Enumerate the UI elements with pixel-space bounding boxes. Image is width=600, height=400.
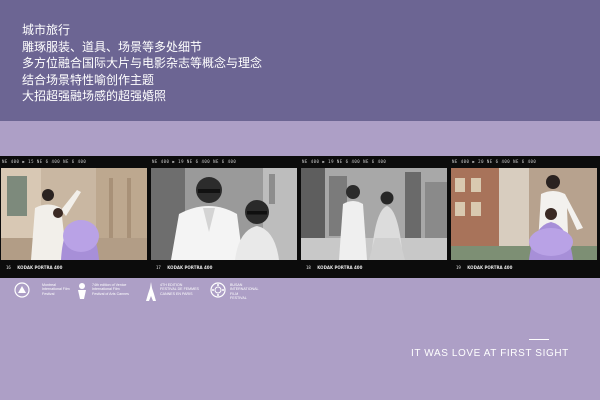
tagline: IT WAS LOVE AT FIRST SIGHT bbox=[411, 348, 569, 359]
wedding-photo[interactable] bbox=[301, 168, 447, 260]
tagline-rule bbox=[529, 339, 549, 340]
wedding-photo[interactable] bbox=[451, 168, 597, 260]
film-caption: 19 KODAK PORTRA 400 bbox=[456, 265, 596, 273]
festival-logo: 74th edition of Venice International Fil… bbox=[76, 281, 142, 301]
intro-line: 多方位融合国际大片与电影杂志等概念与理念 bbox=[22, 56, 263, 70]
festival-logo: Montreal International Film Festival bbox=[14, 281, 74, 301]
intro-line: 城市旅行 bbox=[22, 23, 71, 37]
intro-text-block: 城市旅行 雕琢服装、道具、场景等多处细节 多方位融合国际大片与电影杂志等概念与理… bbox=[22, 22, 262, 105]
film-edge-code: NE 400 ▶ 20 NE 6 400 NE 6 400 bbox=[452, 159, 537, 164]
festival-logo: 4TH EDITION FESTIVAL DE FEMMES CANNES EN… bbox=[146, 281, 208, 301]
film-brand: KODAK PORTRA 400 bbox=[317, 265, 363, 270]
wedding-photo-image bbox=[451, 168, 597, 260]
film-brand: KODAK PORTRA 400 bbox=[17, 265, 63, 270]
montreal-festival-icon bbox=[14, 282, 30, 298]
film-frame[interactable]: NE 400 ▶ 19 NE 6 400 NE 6 400 18 KODAK P… bbox=[300, 156, 450, 278]
wedding-photo-image bbox=[151, 168, 297, 260]
frame-number: 16 bbox=[6, 265, 11, 270]
frame-number: 18 bbox=[306, 265, 311, 270]
frame-number: 17 bbox=[156, 265, 161, 270]
festival-logo-text: Montreal International Film Festival bbox=[42, 283, 70, 296]
next-photo-peek bbox=[0, 393, 600, 400]
film-strip: NE 400 ▶ 15 NE 6 400 NE 6 400 16 KODAK P… bbox=[0, 156, 600, 278]
film-frame[interactable]: NE 400 ▶ 19 NE 6 400 NE 6 400 17 KODAK P… bbox=[150, 156, 300, 278]
eiffel-tower-icon bbox=[146, 282, 156, 301]
intro-line: 雕琢服装、道具、场景等多处细节 bbox=[22, 39, 203, 54]
venice-festival-icon bbox=[78, 283, 86, 299]
festival-logo-text: 4TH EDITION FESTIVAL DE FEMMES CANNES EN… bbox=[160, 283, 199, 296]
intro-line: 大招超强融场感的超强婚照 bbox=[22, 89, 167, 103]
film-frame[interactable]: NE 400 ▶ 20 NE 6 400 NE 6 400 19 KODAK P… bbox=[450, 156, 600, 278]
film-edge-code: NE 400 ▶ 19 NE 6 400 NE 6 400 bbox=[152, 159, 237, 164]
festival-logo-row: Montreal International Film Festival 74t… bbox=[14, 281, 264, 301]
intro-line: 结合场景特性喻创作主题 bbox=[22, 72, 155, 87]
frame-number: 19 bbox=[456, 265, 461, 270]
film-caption: 18 KODAK PORTRA 400 bbox=[306, 265, 446, 273]
festival-logo: BUSAN INTERNATIONAL FILM FESTIVAL bbox=[210, 281, 264, 301]
busan-festival-icon bbox=[210, 282, 226, 298]
film-brand: KODAK PORTRA 400 bbox=[167, 265, 213, 270]
festival-logo-text: BUSAN INTERNATIONAL FILM FESTIVAL bbox=[230, 283, 259, 301]
film-edge-code: NE 400 ▶ 15 NE 6 400 NE 6 400 bbox=[2, 159, 87, 164]
film-frame[interactable]: NE 400 ▶ 15 NE 6 400 NE 6 400 16 KODAK P… bbox=[0, 156, 150, 278]
film-brand: KODAK PORTRA 400 bbox=[467, 265, 513, 270]
wedding-photo-image bbox=[1, 168, 147, 260]
wedding-photo[interactable] bbox=[1, 168, 147, 260]
festival-logo-text: 74th edition of Venice International Fil… bbox=[92, 283, 129, 296]
wedding-photo-image bbox=[301, 168, 447, 260]
film-caption: 17 KODAK PORTRA 400 bbox=[156, 265, 296, 273]
film-edge-code: NE 400 ▶ 19 NE 6 400 NE 6 400 bbox=[302, 159, 387, 164]
film-caption: 16 KODAK PORTRA 400 bbox=[6, 265, 146, 273]
wedding-photo[interactable] bbox=[151, 168, 297, 260]
